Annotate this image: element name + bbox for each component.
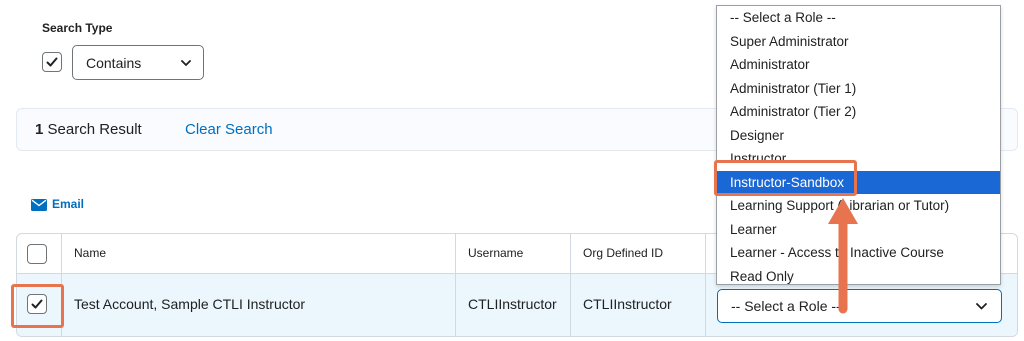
search-type-select[interactable]: Contains (72, 45, 204, 80)
search-result-count: 1 Search Result (35, 121, 142, 138)
email-label: Email (52, 197, 85, 211)
column-header-org-id[interactable]: Org Defined ID (583, 246, 663, 260)
role-option[interactable]: -- Select a Role -- (717, 6, 1000, 29)
role-option[interactable]: Administrator (Tier 2) (717, 100, 1000, 123)
annotation-highlight-option (714, 160, 857, 196)
select-all-checkbox[interactable] (27, 244, 47, 264)
search-type-select-value: Contains (86, 55, 142, 71)
role-option[interactable]: Administrator (717, 53, 1000, 76)
chevron-down-icon (181, 60, 191, 66)
role-option[interactable]: Super Administrator (717, 30, 1000, 53)
column-header-username[interactable]: Username (468, 246, 523, 260)
role-option[interactable]: Administrator (Tier 1) (717, 77, 1000, 100)
annotation-highlight-checkbox (11, 284, 64, 328)
clear-search-link[interactable]: Clear Search (185, 121, 273, 138)
role-option[interactable]: Designer (717, 124, 1000, 147)
role-option[interactable]: Read Only (717, 265, 1000, 288)
role-option[interactable]: Learner - Access to Inactive Course (717, 241, 1000, 264)
chevron-down-icon (976, 303, 987, 310)
role-dropdown-list[interactable]: -- Select a Role -- Super Administrator … (716, 5, 1001, 285)
envelope-icon (31, 199, 47, 211)
search-type-label: Search Type (42, 21, 113, 35)
row-username: CTLIInstructor (468, 296, 557, 312)
search-type-checkbox[interactable] (42, 52, 62, 72)
row-org-id: CTLIInstructor (583, 296, 672, 312)
column-header-name[interactable]: Name (74, 246, 106, 260)
role-option[interactable]: Learner (717, 218, 1000, 241)
checkmark-icon (46, 57, 58, 67)
row-name: Test Account, Sample CTLI Instructor (74, 296, 306, 312)
role-select-value: -- Select a Role -- (731, 298, 841, 314)
role-option[interactable]: Learning Support (Librarian or Tutor) (717, 194, 1000, 217)
role-select[interactable]: -- Select a Role -- (717, 289, 1002, 323)
